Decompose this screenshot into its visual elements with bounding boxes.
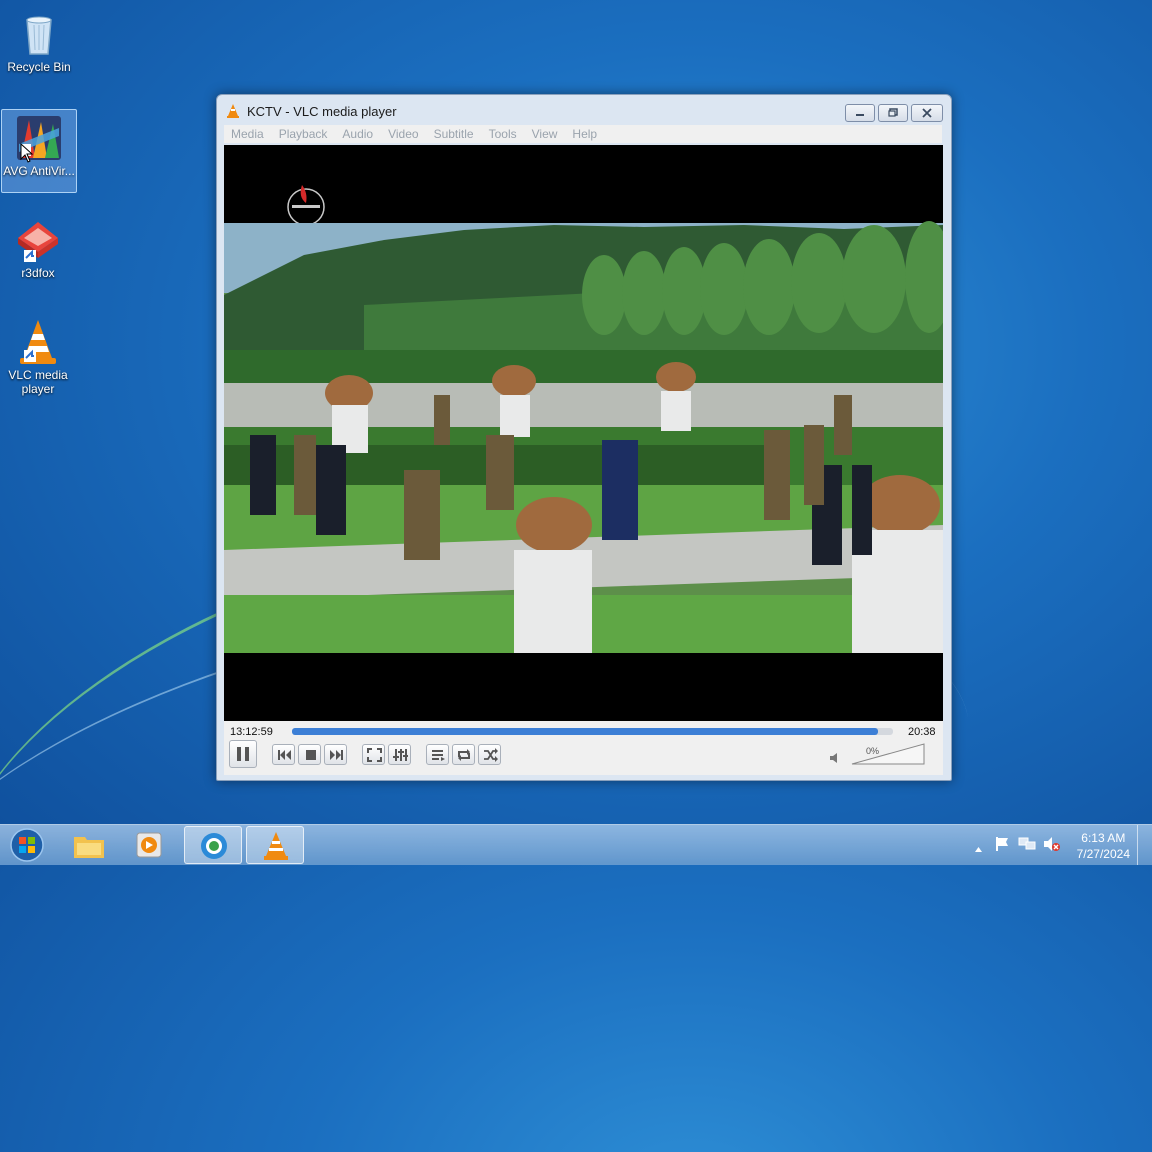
desktop-icon-avg[interactable]: AVG AntiVir...	[1, 109, 77, 193]
elapsed-time: 13:12:59	[230, 726, 273, 738]
desktop-icon-vlc[interactable]: VLC media player	[1, 314, 75, 396]
next-button[interactable]	[324, 744, 347, 765]
menu-audio[interactable]: Audio	[335, 125, 381, 141]
maximize-button[interactable]	[878, 104, 908, 122]
taskbar-explorer[interactable]	[60, 826, 118, 864]
stop-button[interactable]	[298, 744, 321, 765]
action-center-flag-icon[interactable]	[994, 836, 1010, 857]
desktop-icon-r3dfox[interactable]: r3dfox	[1, 212, 75, 280]
extended-settings-button[interactable]	[388, 744, 411, 765]
previous-icon	[278, 750, 291, 760]
mouse-cursor-icon	[20, 142, 34, 168]
menu-media[interactable]: Media	[224, 125, 272, 141]
r3dfox-icon	[14, 216, 62, 264]
playback-controls: 13:12:59 20:38 0%	[224, 721, 943, 775]
loop-icon	[458, 749, 470, 761]
show-hidden-icons-icon[interactable]	[974, 840, 983, 858]
menu-subtitle[interactable]: Subtitle	[427, 125, 482, 141]
vlc-icon	[264, 832, 288, 860]
clock-date: 7/27/2024	[1076, 847, 1130, 861]
vlc-icon	[14, 318, 62, 366]
menu-playback[interactable]: Playback	[272, 125, 336, 141]
menu-help[interactable]: Help	[565, 125, 605, 141]
title-bar[interactable]: KCTV - VLC media player	[217, 95, 951, 125]
taskbar-vlc[interactable]	[246, 826, 304, 864]
volume-muted-icon[interactable]	[1043, 836, 1061, 857]
desktop-icon-label: r3dfox	[21, 266, 55, 280]
volume-level: 0%	[866, 746, 880, 756]
menu-tools[interactable]: Tools	[482, 125, 525, 141]
next-icon	[330, 750, 343, 760]
pause-icon	[237, 747, 249, 761]
vlc-window[interactable]: KCTV - VLC media player Media Playback Aud…	[216, 94, 952, 781]
taskbar: 6:13 AM 7/27/2024	[0, 824, 1152, 865]
desktop-icon-label: AVG AntiVir...	[3, 164, 75, 178]
stop-icon	[306, 750, 316, 760]
system-clock[interactable]: 6:13 AM 7/27/2024	[1077, 830, 1130, 862]
taskbar-browser[interactable]	[184, 826, 242, 864]
browser-icon	[201, 833, 227, 859]
pause-button[interactable]	[229, 740, 257, 768]
taskbar-media-player[interactable]	[120, 826, 178, 864]
shuffle-icon	[484, 748, 498, 762]
recycle-bin-icon	[15, 10, 63, 58]
fullscreen-button[interactable]	[362, 744, 385, 765]
close-button[interactable]	[911, 104, 943, 122]
start-button[interactable]	[0, 826, 54, 864]
explorer-icon	[74, 837, 104, 858]
volume-slider[interactable]	[851, 742, 926, 766]
vlc-title-icon	[226, 104, 240, 123]
media-player-icon	[136, 832, 162, 858]
desktop-icon-recycle-bin[interactable]: Recycle Bin	[2, 6, 76, 74]
shuffle-button[interactable]	[478, 744, 501, 765]
clock-time: 6:13 AM	[1081, 831, 1126, 845]
playlist-button[interactable]	[426, 744, 449, 765]
network-icon[interactable]	[1018, 836, 1036, 857]
show-desktop-button[interactable]	[1137, 825, 1152, 865]
playlist-icon	[432, 750, 445, 761]
menu-view[interactable]: View	[525, 125, 566, 141]
equalizer-icon	[393, 749, 408, 761]
window-title: KCTV - VLC media player	[247, 104, 397, 119]
menu-bar: Media Playback Audio Video Subtitle Tools View…	[224, 125, 942, 143]
menu-video[interactable]: Video	[381, 125, 426, 141]
seek-bar[interactable]	[292, 728, 893, 735]
desktop-icon-label: VLC media player	[8, 368, 68, 396]
video-area[interactable]	[224, 145, 943, 721]
start-orb-icon	[10, 828, 44, 862]
loop-button[interactable]	[452, 744, 475, 765]
speaker-icon[interactable]	[829, 751, 841, 769]
video-frame	[224, 145, 943, 721]
remaining-time: 20:38	[908, 726, 936, 738]
seek-bar-fill	[292, 728, 878, 735]
desktop-icon-label: Recycle Bin	[7, 60, 71, 74]
fullscreen-icon	[367, 748, 382, 762]
previous-button[interactable]	[272, 744, 295, 765]
minimize-button[interactable]	[845, 104, 875, 122]
